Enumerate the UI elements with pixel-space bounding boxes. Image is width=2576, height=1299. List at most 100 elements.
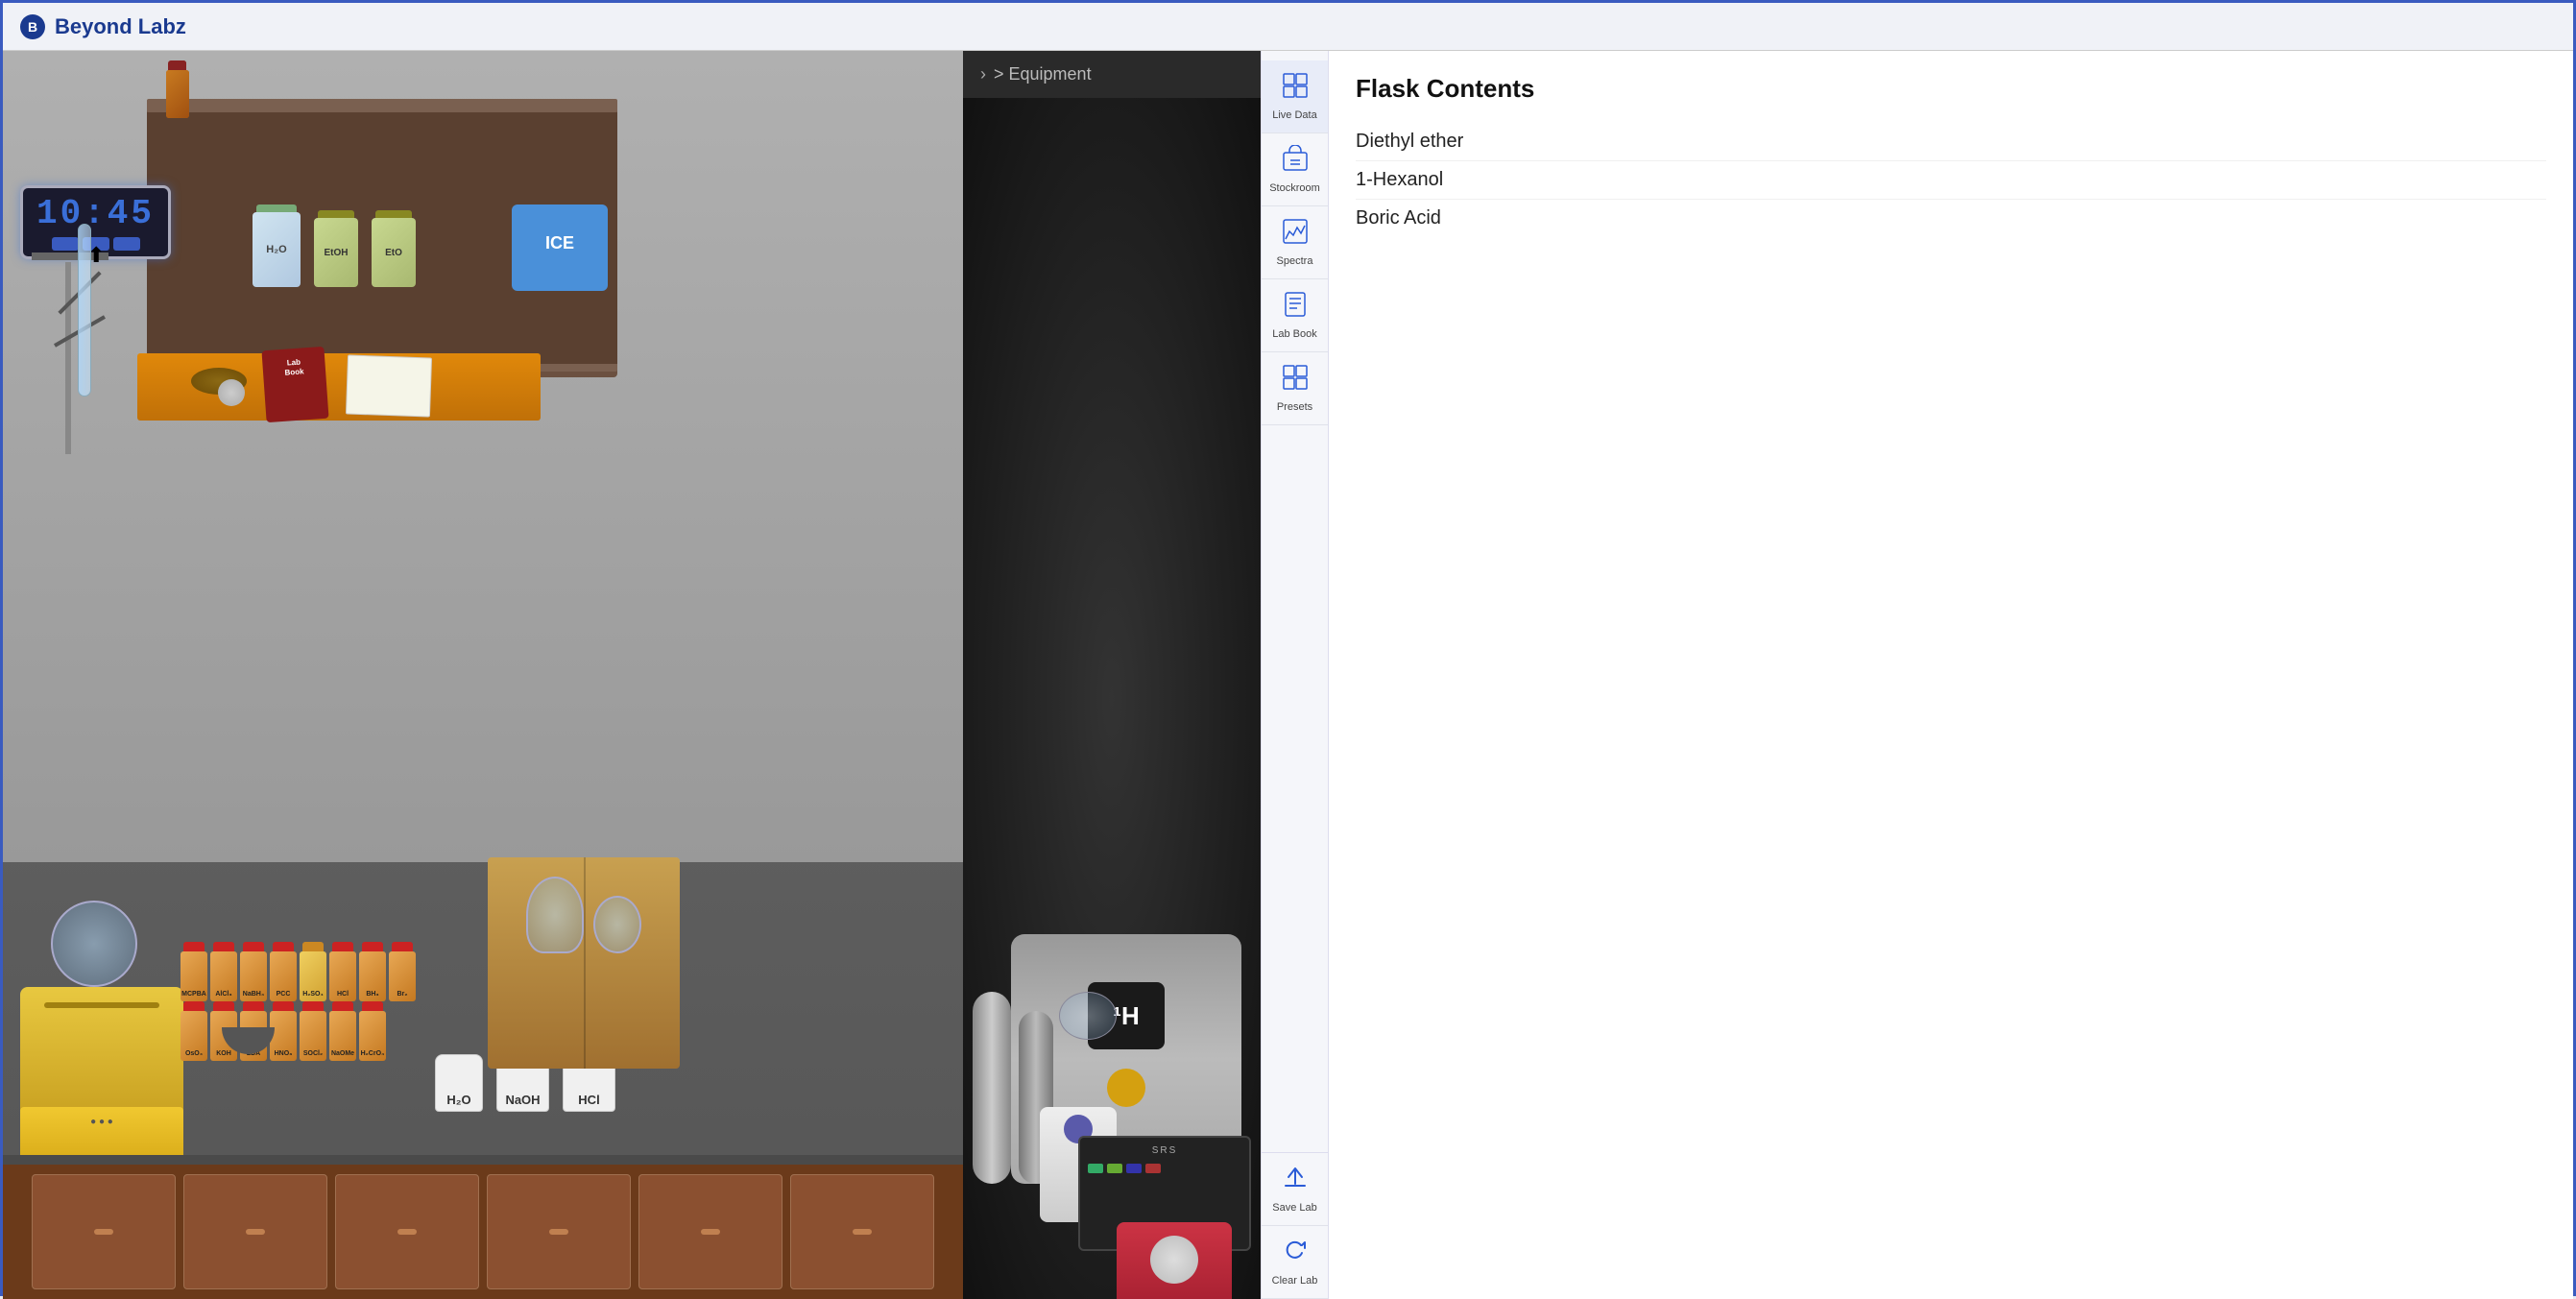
live-data-label: Live Data	[1272, 109, 1316, 121]
beaker-item[interactable]	[1059, 992, 1117, 1040]
bottle-naome[interactable]: NaOMe	[329, 1001, 356, 1061]
sidebar-item-clear-lab[interactable]: Clear Lab	[1262, 1226, 1328, 1299]
save-lab-icon	[1282, 1165, 1309, 1198]
bottle-h2cro4[interactable]: H₂CrO₄	[359, 1001, 386, 1061]
shelf-top	[147, 99, 617, 112]
lab-canvas: H₂O EtOH EtO ICE 1	[3, 51, 963, 1299]
timer-display: 10:45	[20, 185, 171, 259]
lab-scene[interactable]: H₂O EtOH EtO ICE 1	[3, 51, 963, 1299]
timer-buttons	[36, 237, 155, 251]
drawer-handle-6	[853, 1229, 872, 1235]
sidebar-item-presets[interactable]: Presets	[1262, 352, 1328, 425]
flask-on-stand[interactable]	[526, 877, 584, 953]
stand-base-top	[32, 253, 108, 260]
drawer-6[interactable]	[790, 1174, 934, 1289]
h2o-bottle[interactable]: H₂O	[253, 204, 301, 287]
equipment-panel: › > Equipment ¹H	[963, 51, 1261, 1299]
bottle-oso4[interactable]: OsO₄	[181, 1001, 207, 1061]
equipment-content: ¹H SRS	[963, 98, 1261, 1299]
bottle-socl2[interactable]: SOCl₂	[300, 1001, 326, 1061]
eto-bottle[interactable]: EtO	[372, 210, 416, 287]
equipment-scene: ¹H SRS	[963, 98, 1261, 1299]
flask-contents-panel: Flask Contents Diethyl ether 1-Hexanol B…	[1328, 51, 2573, 1299]
shelf-unit: H₂O EtOH EtO ICE	[147, 99, 617, 377]
shelf-bottle-6[interactable]	[166, 60, 189, 118]
beyond-labz-logo-icon: B	[18, 12, 47, 41]
sidebar-item-save-lab[interactable]: Save Lab	[1262, 1153, 1328, 1226]
sidebar-item-lab-book[interactable]: Lab Book	[1262, 279, 1328, 352]
bench-drawers	[3, 1165, 963, 1299]
drawer-4[interactable]	[487, 1174, 631, 1289]
spectra-icon	[1282, 218, 1309, 252]
wooden-crate	[488, 857, 680, 1069]
timer-time: 10:45	[36, 194, 155, 233]
flask-round[interactable]	[593, 896, 641, 953]
presets-label: Presets	[1277, 401, 1312, 413]
spectra-label: Spectra	[1277, 255, 1313, 267]
stockroom-label: Stockroom	[1269, 182, 1320, 194]
red-item	[1117, 1222, 1232, 1299]
flask-item-1: Diethyl ether	[1356, 123, 2546, 161]
sidebar-bottom: Save Lab Clear Lab	[1262, 1152, 1328, 1299]
reagent-row-2: OsO₄ KOH LDA HNO₃ SOCl₂ NaOMe H₂CrO₄	[181, 1001, 386, 1061]
srs-btn-1[interactable]	[1088, 1164, 1103, 1173]
large-bottle-h2o[interactable]: H₂O	[435, 1054, 483, 1112]
equipment-chevron: ›	[980, 64, 986, 84]
timer-btn-3[interactable]	[113, 237, 140, 251]
round-flask[interactable]	[51, 901, 137, 987]
srs-btn-4[interactable]	[1145, 1164, 1161, 1173]
equipment-header[interactable]: › > Equipment	[963, 51, 1261, 98]
hot-plate-element	[44, 1002, 159, 1008]
bottle-bh3[interactable]: BH₃	[359, 942, 386, 1001]
etoh-bottle[interactable]: EtOH	[314, 210, 358, 287]
sidebar-item-spectra[interactable]: Spectra	[1262, 206, 1328, 279]
live-data-icon	[1282, 72, 1309, 106]
bottle-h2so4[interactable]: H₂SO₄	[300, 942, 326, 1001]
crate-divider	[584, 857, 586, 1069]
drawer-5[interactable]	[638, 1174, 782, 1289]
equipment-title: > Equipment	[994, 64, 1092, 84]
stockroom-icon	[1282, 145, 1309, 179]
clear-lab-icon	[1282, 1238, 1309, 1271]
save-lab-label: Save Lab	[1272, 1202, 1316, 1214]
timer-btn-1[interactable]	[52, 237, 79, 251]
reagent-row-1: MCPBA AlCl₃ NaBH₄ PCC H₂SO₄ HCl BH₃ Br₂	[181, 942, 416, 1001]
drawer-handle-2	[246, 1229, 265, 1235]
bottle-alcl3[interactable]: AlCl₃	[210, 942, 237, 1001]
presets-icon	[1282, 364, 1309, 397]
gas-cylinder-1[interactable]	[973, 992, 1011, 1184]
red-item-cap	[1150, 1236, 1198, 1284]
sidebar-item-live-data[interactable]: Live Data	[1262, 60, 1328, 133]
hot-plate[interactable]	[20, 987, 183, 1121]
srs-btn-3[interactable]	[1126, 1164, 1142, 1173]
right-sidebar: Live Data Stockroom Spectra	[1261, 51, 1328, 1299]
clear-lab-label: Clear Lab	[1272, 1275, 1318, 1287]
nmr-knob[interactable]	[1107, 1069, 1145, 1107]
main-layout: H₂O EtOH EtO ICE 1	[3, 51, 2573, 1299]
bottle-hcl-s[interactable]: HCl	[329, 942, 356, 1001]
bottle-br2[interactable]: Br₂	[389, 942, 416, 1001]
sidebar-item-stockroom[interactable]: Stockroom	[1262, 133, 1328, 206]
srs-btn-2[interactable]	[1107, 1164, 1122, 1173]
srs-label: SRS	[1080, 1138, 1249, 1156]
bottle-mcpba[interactable]: MCPBA	[181, 942, 207, 1001]
condenser-tube	[78, 224, 91, 397]
flask-item-2: 1-Hexanol	[1356, 161, 2546, 200]
drawer-3[interactable]	[335, 1174, 479, 1289]
drawer-2[interactable]	[183, 1174, 327, 1289]
bell-shape	[218, 379, 245, 406]
brand-name: Beyond Labz	[55, 14, 186, 39]
drawer-1[interactable]	[32, 1174, 176, 1289]
notepad-prop[interactable]	[346, 354, 432, 417]
drawer-handle-3	[397, 1229, 417, 1235]
bottle-pcc[interactable]: PCC	[270, 942, 297, 1001]
second-shelf-bottles: H₂O EtOH EtO	[253, 204, 416, 287]
ice-box-label: ICE	[512, 204, 608, 253]
svg-text:B: B	[28, 19, 37, 35]
lab-book-label: Lab Book	[1272, 328, 1316, 340]
ice-box[interactable]: ICE	[512, 204, 608, 291]
flask-item-3: Boric Acid	[1356, 200, 2546, 237]
stand-rod	[65, 262, 71, 454]
bottle-nabh4[interactable]: NaBH₄	[240, 942, 267, 1001]
lab-book-prop[interactable]: LabBook	[261, 347, 328, 422]
